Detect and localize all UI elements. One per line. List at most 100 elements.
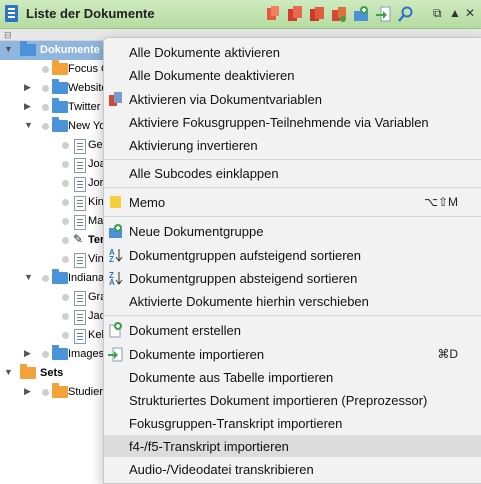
menu-shortcut: ⌘D bbox=[437, 347, 458, 361]
documents-stack-icon[interactable] bbox=[309, 5, 325, 23]
menu-item-sort-descending[interactable]: ZA Dokumentgruppen absteigend sortieren bbox=[104, 267, 481, 289]
menu-separator bbox=[104, 315, 481, 316]
menu-item-transcribe-audio-video[interactable]: Audio-/Videodatei transkribieren bbox=[104, 458, 481, 480]
sort-ascending-icon: AZ bbox=[109, 248, 123, 263]
tree-row-label: Kin bbox=[88, 196, 104, 208]
context-menu: Alle Dokumente aktivieren Alle Dokumente… bbox=[103, 37, 481, 484]
status-dot bbox=[62, 256, 69, 263]
status-dot bbox=[42, 85, 49, 92]
menu-separator bbox=[104, 187, 481, 188]
add-folder-icon[interactable] bbox=[353, 5, 369, 23]
window-title: Liste der Dokumente bbox=[26, 6, 155, 21]
folder-icon bbox=[52, 345, 68, 360]
new-document-icon bbox=[109, 322, 122, 338]
tree-row-label: Kel bbox=[88, 329, 104, 341]
expand-triangle-icon[interactable]: ▼ bbox=[4, 367, 13, 377]
status-dot bbox=[42, 389, 49, 396]
expand-triangle-icon[interactable]: ▼ bbox=[24, 120, 33, 130]
tree-row-label: Ma bbox=[88, 215, 104, 227]
collapsed-triangle-icon[interactable]: ▶ bbox=[24, 101, 31, 112]
folder-icon bbox=[20, 41, 36, 56]
menu-item-create-document[interactable]: Dokument erstellen bbox=[104, 319, 481, 341]
menu-item-label: Aktivierte Dokumente hierhin verschieben bbox=[129, 294, 369, 309]
tree-row-label: Vin bbox=[88, 253, 104, 265]
undock-icon[interactable]: ⧉ bbox=[433, 6, 442, 21]
menu-item-collapse-subcodes[interactable]: Alle Subcodes einklappen bbox=[104, 162, 481, 184]
folder-icon bbox=[52, 269, 68, 284]
menu-item-activate-by-variables[interactable]: Aktivieren via Dokumentvariablen bbox=[104, 88, 481, 110]
document-icon bbox=[74, 139, 86, 154]
status-dot bbox=[42, 351, 49, 358]
status-dot bbox=[42, 104, 49, 111]
document-icon bbox=[74, 291, 86, 306]
tree-row-label: Images bbox=[68, 348, 105, 360]
menu-item-label: Audio-/Videodatei transkribieren bbox=[129, 462, 314, 477]
status-dot bbox=[62, 313, 69, 320]
menu-item-activate-focus-participants[interactable]: Aktiviere Fokusgruppen-Teilnehmende via … bbox=[104, 111, 481, 133]
filter-icon[interactable]: ⊟ bbox=[4, 30, 12, 41]
menu-item-sort-ascending[interactable]: AZ Dokumentgruppen aufsteigend sortieren bbox=[104, 244, 481, 266]
menu-item-import-f4-f5[interactable]: f4-/f5-Transkript importieren bbox=[104, 435, 481, 457]
status-dot bbox=[62, 332, 69, 339]
menu-separator bbox=[104, 159, 481, 160]
document-icon bbox=[74, 253, 86, 268]
window-titlebar: Liste der Dokumente ⧉ ▲ ✕ bbox=[0, 0, 481, 29]
status-dot bbox=[62, 237, 69, 244]
folder-icon bbox=[52, 98, 68, 113]
tree-row-label: Sets bbox=[40, 367, 64, 379]
collapsed-triangle-icon[interactable]: ▶ bbox=[24, 386, 31, 397]
document-icon bbox=[74, 196, 86, 211]
status-dot bbox=[42, 275, 49, 282]
menu-item-move-activated[interactable]: Aktivierte Dokumente hierhin verschieben bbox=[104, 290, 481, 312]
tree-row-label: Ge bbox=[88, 139, 103, 151]
new-folder-icon bbox=[109, 224, 122, 238]
status-dot bbox=[42, 123, 49, 130]
menu-item-label: f4-/f5-Transkript importieren bbox=[129, 439, 289, 454]
status-dot bbox=[62, 218, 69, 225]
collapsed-triangle-icon[interactable]: ▶ bbox=[24, 348, 31, 359]
menu-item-invert-activation[interactable]: Aktivierung invertieren bbox=[104, 134, 481, 156]
menu-item-label: Dokumente aus Tabelle importieren bbox=[129, 370, 334, 385]
edit-pen-icon: ✎ bbox=[73, 232, 84, 246]
status-dot bbox=[62, 142, 69, 149]
menu-item-memo[interactable]: Memo ⌥⇧M bbox=[104, 191, 481, 213]
menu-item-label: Neue Dokumentgruppe bbox=[129, 224, 264, 239]
menu-item-activate-all[interactable]: Alle Dokumente aktivieren bbox=[104, 41, 481, 63]
documents-red-icon[interactable] bbox=[287, 5, 303, 23]
activate-icon[interactable] bbox=[265, 5, 281, 23]
search-icon[interactable] bbox=[397, 5, 413, 23]
menu-item-import-focus-group[interactable]: Fokusgruppen-Transkript importieren bbox=[104, 412, 481, 434]
menu-item-label: Dokument erstellen bbox=[129, 323, 241, 338]
menu-item-import-structured[interactable]: Strukturiertes Dokument importieren (Pre… bbox=[104, 389, 481, 411]
expand-triangle-icon[interactable]: ▼ bbox=[24, 272, 33, 282]
tree-row-label: Twitter bbox=[68, 101, 101, 113]
svg-text:A: A bbox=[109, 278, 115, 286]
tree-row-label: New Yo bbox=[68, 120, 106, 132]
menu-shortcut: ⌥⇧M bbox=[424, 195, 458, 209]
menu-item-deactivate-all[interactable]: Alle Dokumente deaktivieren bbox=[104, 64, 481, 86]
tree-row-label: Website bbox=[68, 82, 108, 94]
menu-item-import-from-table[interactable]: Dokumente aus Tabelle importieren bbox=[104, 366, 481, 388]
tree-row-label: Indiana bbox=[68, 272, 105, 284]
menu-item-import-documents[interactable]: Dokumente importieren ⌘D bbox=[104, 343, 481, 365]
folder-icon bbox=[52, 117, 68, 132]
import-icon[interactable] bbox=[375, 5, 391, 23]
status-dot bbox=[62, 161, 69, 168]
document-icon bbox=[74, 158, 86, 173]
menu-item-label: Alle Dokumente deaktivieren bbox=[129, 68, 295, 83]
documents-group-icon[interactable] bbox=[331, 5, 347, 23]
tree-row-label: Jor bbox=[88, 177, 104, 189]
collapsed-triangle-icon[interactable]: ▶ bbox=[24, 82, 31, 93]
sets-folder-icon bbox=[20, 364, 36, 379]
sort-descending-icon: ZA bbox=[109, 271, 123, 286]
document-icon bbox=[74, 329, 86, 344]
menu-item-label: Aktivieren via Dokumentvariablen bbox=[129, 92, 322, 107]
expand-triangle-icon[interactable]: ▼ bbox=[4, 44, 13, 54]
menu-separator bbox=[104, 216, 481, 217]
status-dot bbox=[42, 66, 49, 73]
close-icon[interactable]: ✕ bbox=[465, 6, 475, 20]
focus-group-icon bbox=[52, 60, 68, 75]
collapse-icon[interactable]: ▲ bbox=[449, 6, 461, 20]
document-icon bbox=[74, 215, 86, 230]
menu-item-new-document-group[interactable]: Neue Dokumentgruppe bbox=[104, 220, 481, 242]
